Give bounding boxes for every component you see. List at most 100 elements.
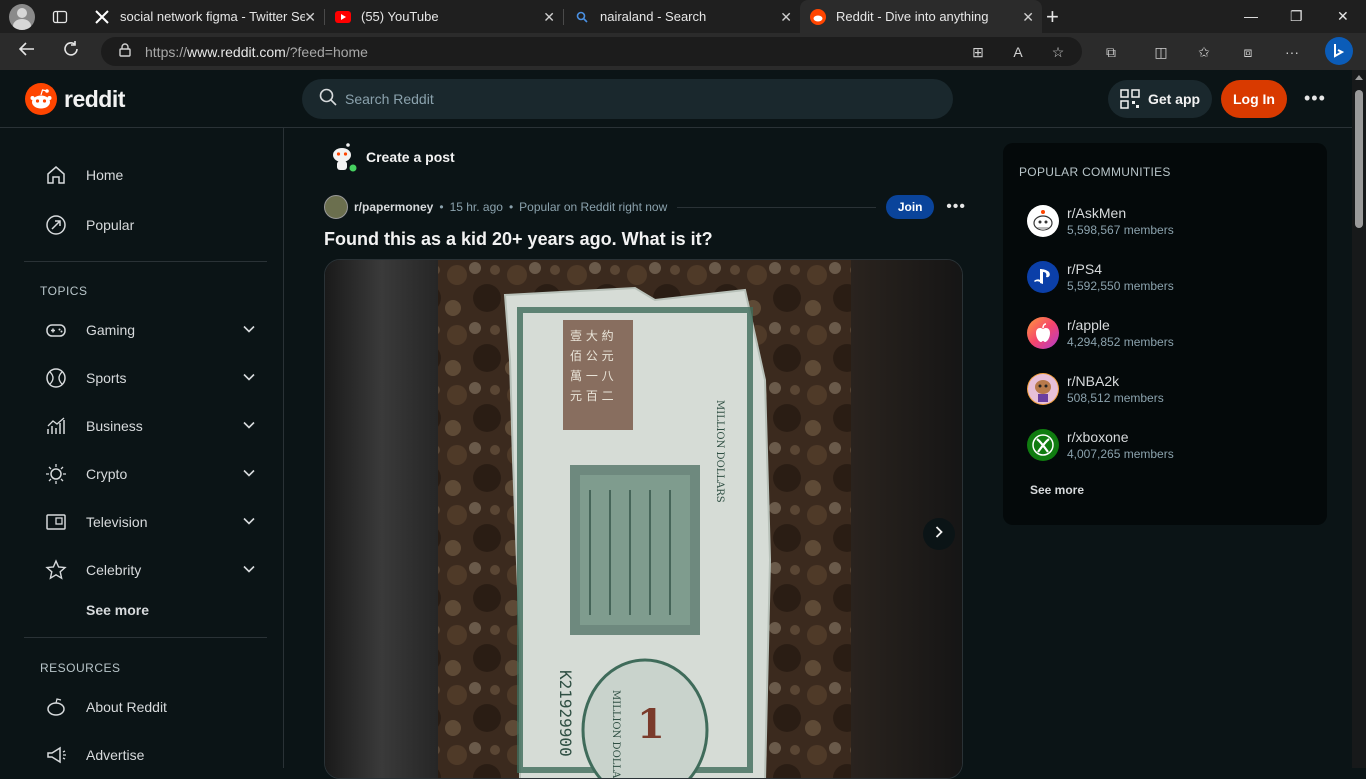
chevron-down-icon[interactable] (242, 466, 256, 483)
read-aloud-icon[interactable]: A (1008, 42, 1028, 62)
join-button[interactable]: Join (886, 195, 935, 219)
snoo-avatar-icon (326, 141, 358, 173)
close-tab-icon[interactable]: ✕ (780, 9, 792, 26)
app-available-icon[interactable]: ⊞ (968, 42, 988, 62)
post-title[interactable]: Found this as a kid 20+ years ago. What … (324, 229, 713, 250)
tab-title: nairaland - Search (600, 9, 707, 24)
create-post-label: Create a post (366, 149, 455, 165)
popular-icon (44, 213, 68, 237)
tv-icon (44, 510, 68, 534)
about-icon (44, 695, 68, 719)
note-label-top: MILLION DOLLARS (714, 400, 725, 503)
topic-television[interactable]: Television (44, 508, 260, 536)
community-name: r/xboxone (1067, 429, 1129, 445)
scroll-up-arrow-icon[interactable] (1355, 75, 1363, 80)
popular-communities-heading: POPULAR COMMUNITIES (1019, 165, 1171, 179)
url-host: www.reddit.com (187, 43, 286, 60)
scrollbar-thumb[interactable] (1355, 90, 1363, 228)
nav-label: About Reddit (86, 699, 167, 715)
svg-text:佰 公 元: 佰 公 元 (570, 349, 614, 363)
minimize-icon[interactable]: — (1244, 8, 1258, 24)
chevron-down-icon[interactable] (242, 514, 256, 531)
tab-twitter[interactable]: social network figma - Twitter Se ✕ (84, 0, 324, 33)
chevron-down-icon[interactable] (242, 370, 256, 387)
home-icon (44, 163, 68, 187)
meta-separator: • (508, 200, 514, 214)
community-item[interactable]: r/apple 4,294,852 members (1027, 313, 1307, 353)
url-field[interactable]: https:// www.reddit.com /?feed=home (101, 37, 1082, 66)
create-post-button[interactable]: Create a post (326, 141, 455, 173)
note-label-bottom: MILLION DOLLARS (610, 690, 621, 779)
nav-popular[interactable]: Popular (44, 211, 260, 239)
more-options-icon[interactable]: ••• (1304, 88, 1326, 109)
svg-text:元 百 二: 元 百 二 (570, 389, 614, 403)
tab-title: social network figma - Twitter Se (120, 9, 305, 24)
left-sidebar: Home Popular TOPICS Gaming Sports Busine… (0, 128, 284, 768)
login-button[interactable]: Log In (1221, 80, 1287, 118)
community-members: 5,592,550 members (1067, 279, 1174, 293)
close-tab-icon[interactable]: ✕ (304, 9, 316, 26)
tab-actions-icon[interactable] (49, 6, 71, 28)
subreddit-avatar[interactable] (324, 195, 348, 219)
tab-reddit-active[interactable]: Reddit - Dive into anything ✕ (800, 0, 1042, 33)
megaphone-icon (44, 743, 68, 767)
note-denomination: 1 (637, 701, 665, 748)
post-meta: r/papermoney • 15 hr. ago • Popular on R… (324, 195, 966, 219)
page-scrollbar[interactable] (1352, 70, 1366, 768)
communities-see-more-button[interactable]: See more (1030, 483, 1084, 497)
youtube-icon (335, 9, 351, 25)
community-name: r/NBA2k (1067, 373, 1120, 389)
subreddit-link[interactable]: r/papermoney (354, 200, 433, 214)
close-window-icon[interactable]: ✕ (1337, 8, 1349, 25)
resource-advertise[interactable]: Advertise (44, 741, 260, 769)
topic-gaming[interactable]: Gaming (44, 316, 260, 344)
get-app-label: Get app (1147, 91, 1201, 107)
resource-about-reddit[interactable]: About Reddit (44, 693, 260, 721)
reddit-icon (810, 8, 826, 25)
post-options-icon[interactable]: ••• (946, 198, 966, 216)
topic-celebrity[interactable]: Celebrity (44, 556, 260, 584)
post-media[interactable]: 壹 大 約 佰 公 元 萬 一 八 元 百 二 MILLION DOLLARS … (324, 259, 963, 779)
back-icon[interactable] (18, 40, 36, 63)
chevron-down-icon[interactable] (242, 418, 256, 435)
refresh-icon[interactable] (62, 40, 80, 63)
search-input[interactable]: Search Reddit (302, 79, 953, 119)
carousel-next-button[interactable] (923, 518, 955, 550)
community-item[interactable]: r/xboxone 4,007,265 members (1027, 425, 1307, 465)
xbox-icon (1027, 429, 1059, 461)
settings-more-icon[interactable]: ··· (1282, 42, 1302, 62)
new-tab-icon[interactable]: + (1046, 4, 1059, 30)
topic-business[interactable]: Business (44, 412, 260, 440)
community-item[interactable]: r/NBA2k 508,512 members (1027, 369, 1307, 409)
restore-icon[interactable]: ❐ (1290, 8, 1303, 25)
topics-see-more-button[interactable]: See more (86, 602, 149, 618)
get-app-button[interactable]: Get app (1108, 80, 1212, 118)
nav-home[interactable]: Home (44, 161, 260, 189)
community-item[interactable]: r/PS4 5,592,550 members (1027, 257, 1307, 297)
collections-icon[interactable]: ⧈ (1238, 42, 1258, 62)
bing-copilot-icon[interactable] (1325, 37, 1353, 65)
note-serial: K21929900 (556, 670, 575, 757)
favorites-icon[interactable]: ✩ (1194, 42, 1214, 62)
favorite-star-icon[interactable]: ☆ (1048, 42, 1068, 62)
search-icon (574, 9, 590, 25)
qr-code-icon (1120, 89, 1140, 109)
nav-label: Home (86, 167, 124, 183)
topic-sports[interactable]: Sports (44, 364, 260, 392)
tab-youtube[interactable]: (55) YouTube ✕ (325, 0, 563, 33)
chevron-down-icon[interactable] (242, 562, 256, 579)
reddit-header: reddit Search Reddit Get app Log In ••• (0, 70, 1352, 128)
close-tab-icon[interactable]: ✕ (543, 9, 555, 26)
close-tab-icon[interactable]: ✕ (1022, 9, 1034, 26)
chevron-down-icon[interactable] (242, 322, 256, 339)
reddit-wordmark: reddit (64, 85, 125, 112)
extensions-icon[interactable]: ⧉ (1101, 42, 1121, 62)
community-avatar-askmen (1027, 205, 1059, 237)
community-avatar-nba2k (1027, 373, 1059, 405)
reddit-logo[interactable]: reddit (25, 83, 125, 115)
community-item[interactable]: r/AskMen 5,598,567 members (1027, 201, 1307, 241)
split-screen-icon[interactable]: ◫ (1151, 42, 1171, 62)
topic-crypto[interactable]: Crypto (44, 460, 260, 488)
tab-nairaland[interactable]: nairaland - Search ✕ (564, 0, 800, 33)
profile-avatar-icon[interactable] (9, 3, 35, 30)
